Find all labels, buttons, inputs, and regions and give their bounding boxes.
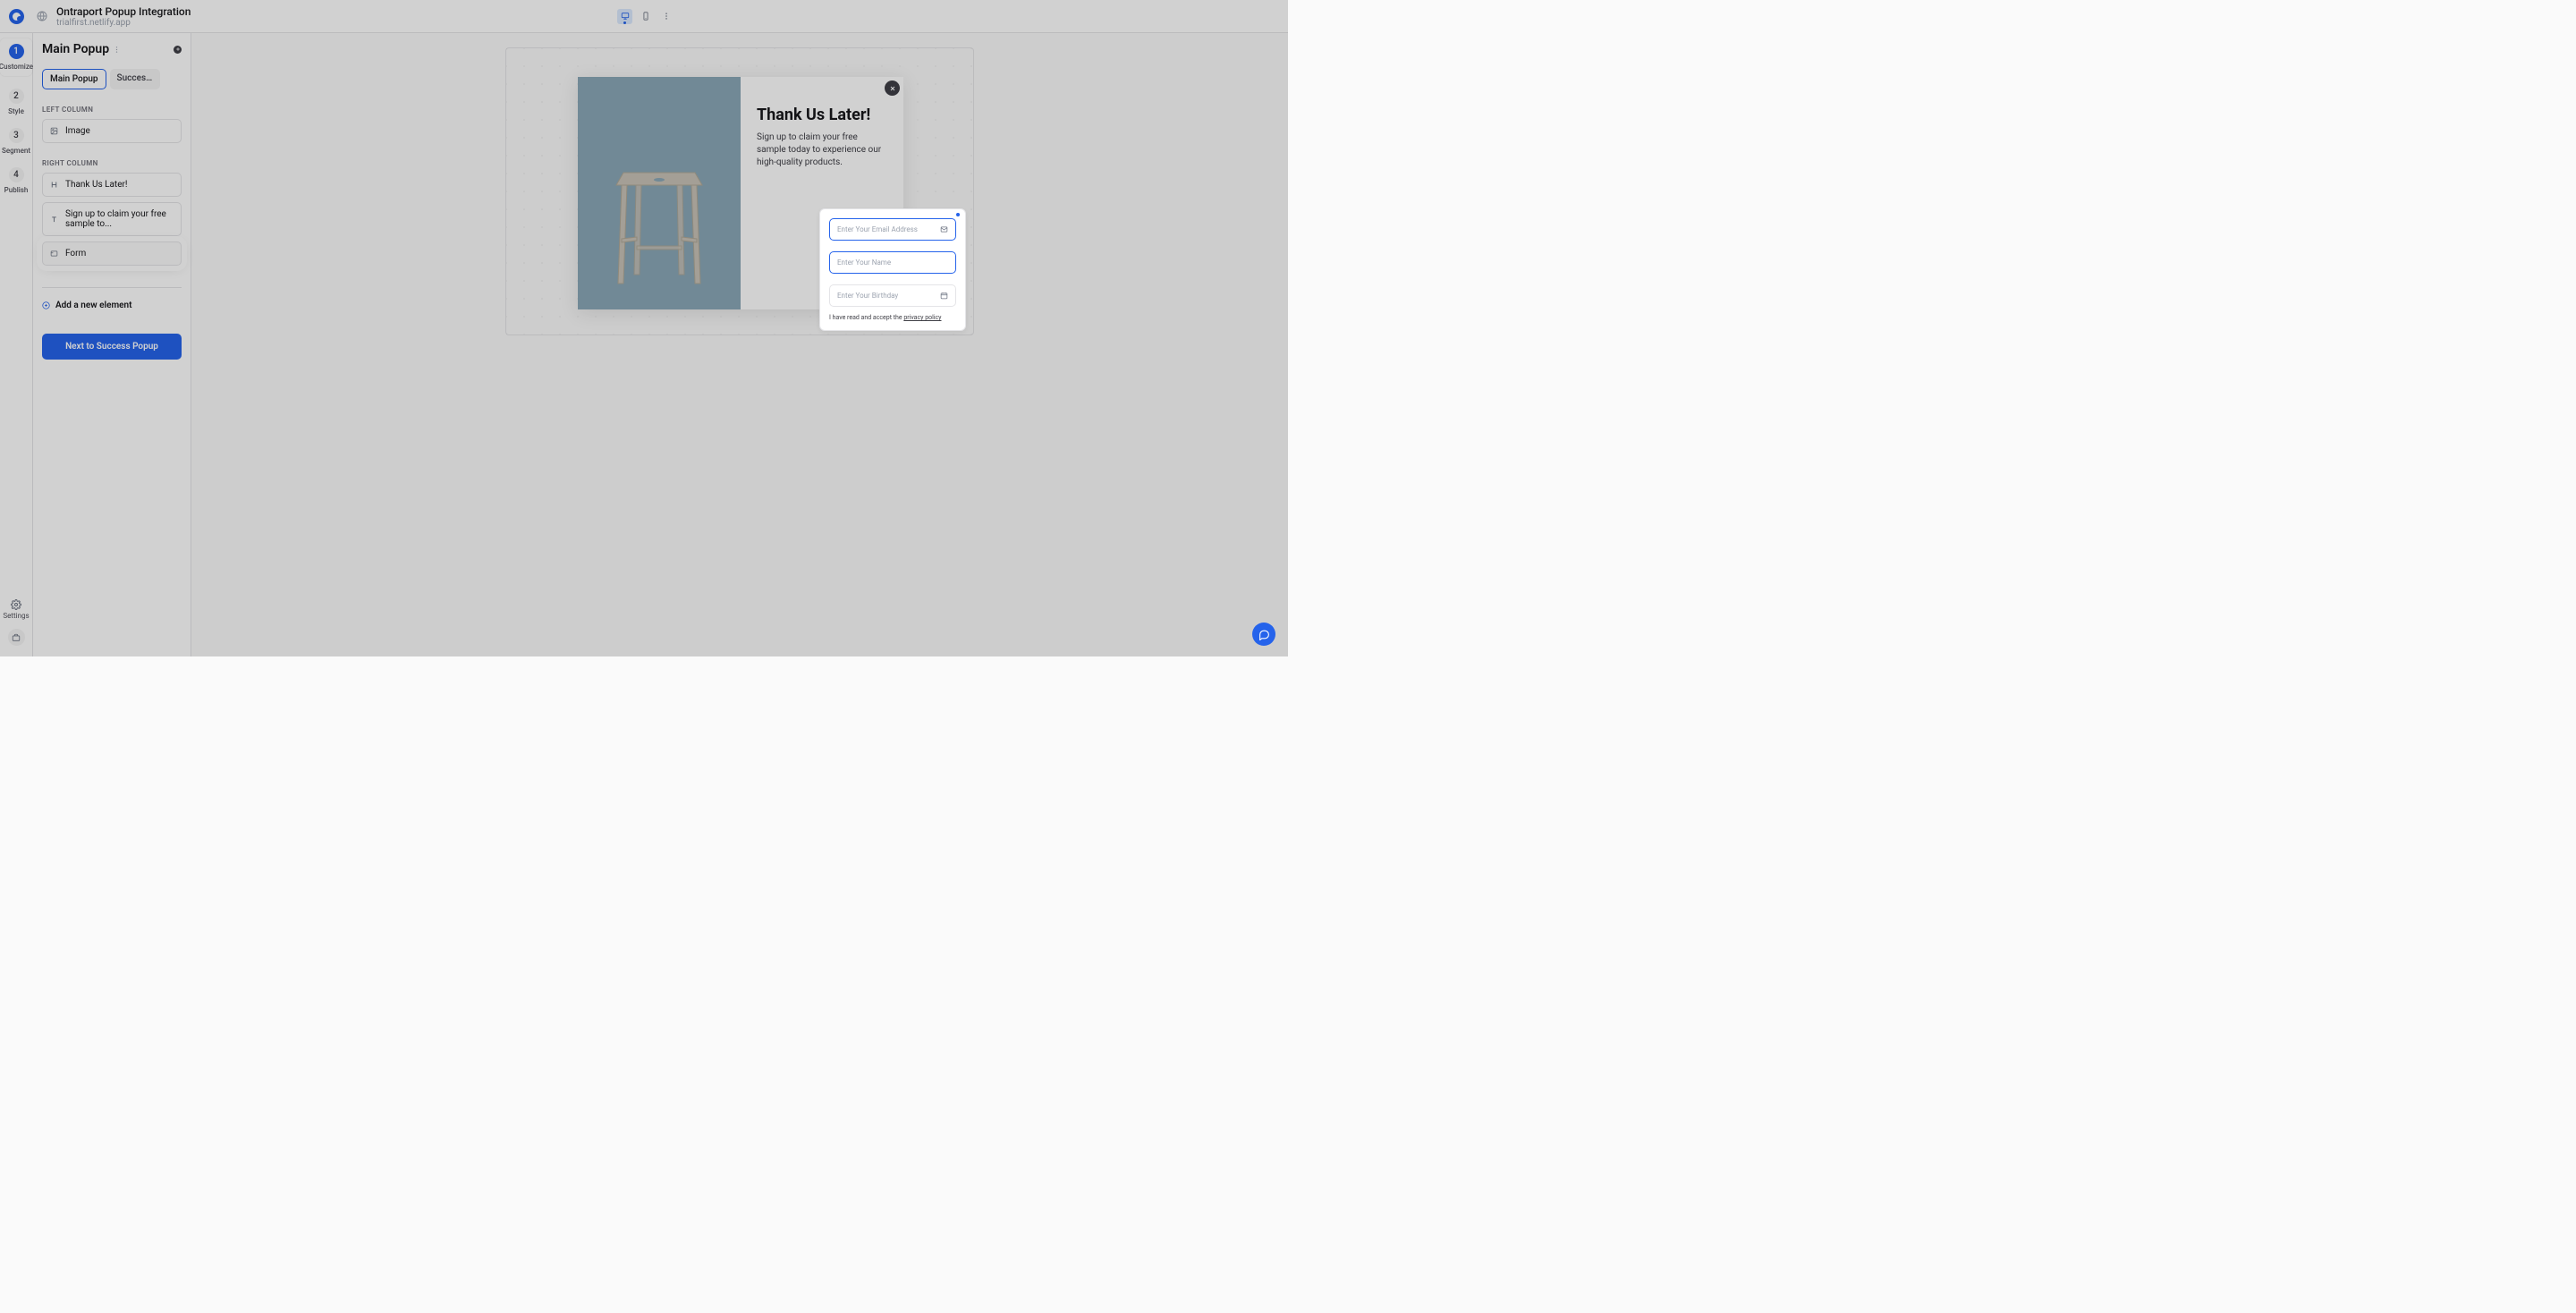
mail-icon	[940, 225, 948, 233]
name-field[interactable]: Enter Your Name	[829, 251, 956, 274]
structure-panel: Main Popup Main Popup Success Po... LEFT…	[33, 33, 191, 656]
step-label: Style	[8, 107, 24, 115]
site-globe-button[interactable]	[33, 0, 51, 33]
device-switcher	[617, 9, 671, 24]
close-icon	[889, 85, 896, 92]
birthday-placeholder: Enter Your Birthday	[837, 292, 898, 300]
element-form[interactable]: Form	[42, 241, 182, 266]
add-popup-button[interactable]	[174, 46, 182, 54]
briefcase-button[interactable]	[8, 629, 25, 646]
tab-main-popup[interactable]: Main Popup	[42, 69, 106, 89]
element-label: Thank Us Later!	[65, 180, 127, 190]
popup-heading[interactable]: Thank Us Later!	[757, 106, 887, 124]
settings-label: Settings	[3, 612, 29, 620]
step-number: 3	[9, 128, 24, 143]
panel-title: Main Popup	[42, 42, 109, 56]
page-title: Ontraport Popup Integration	[56, 5, 191, 18]
next-button[interactable]: Next to Success Popup	[42, 334, 182, 360]
add-element-button[interactable]: Add a new element	[42, 301, 182, 310]
mobile-icon	[641, 12, 650, 21]
topbar: Ontraport Popup Integration trialfirst.n…	[0, 0, 1288, 33]
gear-icon	[11, 599, 21, 610]
popup-image-column[interactable]	[578, 77, 741, 309]
element-image[interactable]: Image	[42, 119, 182, 143]
device-preview: Thank Us Later! Sign up to claim your fr…	[505, 47, 974, 335]
form-indicator-dot	[956, 213, 960, 216]
left-column-label: LEFT COLUMN	[42, 106, 182, 114]
consent-prefix: I have read and accept the	[829, 314, 903, 321]
step-label: Customize	[0, 63, 33, 71]
text-icon	[50, 216, 58, 224]
more-icon[interactable]	[662, 12, 671, 21]
email-placeholder: Enter Your Email Address	[837, 225, 918, 233]
add-element-label: Add a new element	[55, 301, 131, 310]
popup-body-text[interactable]: Sign up to claim your free sample today …	[757, 131, 887, 169]
email-field[interactable]: Enter Your Email Address	[829, 218, 956, 241]
next-button-label: Next to Success Popup	[65, 342, 158, 352]
canvas-area: Thank Us Later! Sign up to claim your fr…	[191, 33, 1288, 656]
tab-success-popup[interactable]: Success Po...	[110, 69, 160, 89]
step-publish[interactable]: 4 Publish	[0, 167, 32, 194]
heading-icon	[50, 181, 58, 189]
step-number: 4	[9, 167, 24, 182]
step-style[interactable]: 2 Style	[0, 89, 32, 115]
device-desktop-button[interactable]	[617, 9, 632, 24]
calendar-icon	[940, 292, 948, 300]
divider	[42, 287, 182, 288]
step-customize[interactable]: 1 Customize	[0, 38, 32, 76]
step-segment[interactable]: 3 Segment	[0, 128, 32, 155]
element-text[interactable]: Sign up to claim your free sample to...	[42, 202, 182, 236]
privacy-policy-link[interactable]: privacy policy	[903, 314, 941, 321]
element-label: Form	[65, 249, 86, 258]
app-logo[interactable]	[0, 0, 33, 33]
plus-circle-icon	[42, 301, 50, 309]
element-heading[interactable]: Thank Us Later!	[42, 173, 182, 197]
element-label: Sign up to claim your free sample to...	[65, 209, 174, 229]
chat-icon	[1258, 629, 1270, 640]
device-mobile-button[interactable]	[638, 9, 653, 24]
step-number: 1	[9, 44, 24, 59]
birthday-field[interactable]: Enter Your Birthday	[829, 284, 956, 307]
element-label: Image	[65, 126, 90, 136]
name-placeholder: Enter Your Name	[837, 258, 891, 267]
briefcase-icon	[12, 633, 21, 642]
step-label: Publish	[4, 186, 29, 194]
step-number: 2	[9, 89, 24, 104]
popup-close-button[interactable]	[885, 80, 900, 96]
desktop-icon	[621, 12, 630, 21]
stool-illustration	[597, 131, 722, 292]
step-rail: 1 Customize 2 Style 3 Segment 4 Publish …	[0, 33, 33, 656]
right-column-label: RIGHT COLUMN	[42, 159, 182, 167]
page-subtitle: trialfirst.netlify.app	[56, 18, 191, 28]
settings-button[interactable]: Settings	[3, 599, 29, 620]
step-label: Segment	[2, 147, 30, 155]
globe-icon	[37, 11, 47, 21]
image-icon	[50, 127, 58, 135]
header-title-block: Ontraport Popup Integration trialfirst.n…	[56, 5, 191, 28]
form-icon	[50, 250, 58, 258]
chat-fab[interactable]	[1252, 623, 1275, 646]
consent-text: I have read and accept the privacy polic…	[829, 314, 956, 321]
panel-menu-icon[interactable]	[113, 46, 121, 54]
form-preview-card: Enter Your Email Address Enter Your Name…	[819, 208, 966, 331]
plus-icon	[175, 47, 181, 52]
